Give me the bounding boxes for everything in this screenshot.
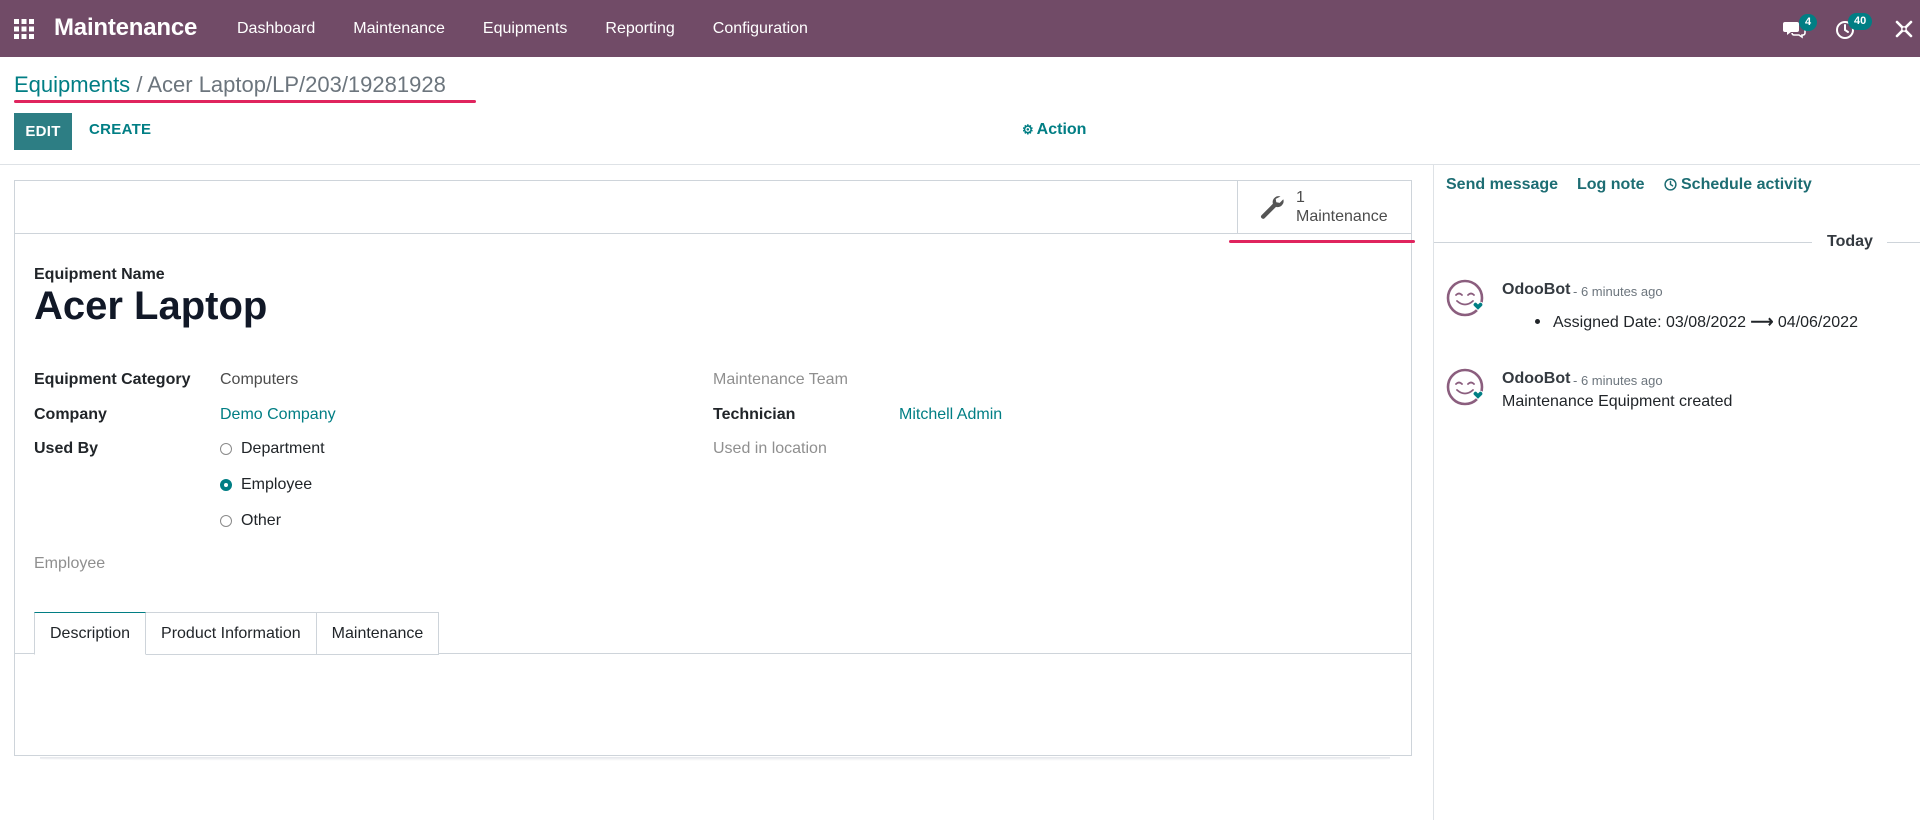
equipment-category-label: Equipment Category bbox=[34, 371, 191, 388]
menu-item-dashboard[interactable]: Dashboard bbox=[218, 0, 334, 57]
highlight-underline-breadcrumb bbox=[14, 100, 476, 103]
equipment-name-label: Equipment Name bbox=[34, 266, 165, 283]
tracking-arrow: ⟶ bbox=[1750, 314, 1774, 331]
schedule-activity-label: Schedule activity bbox=[1681, 176, 1812, 193]
form-sheet bbox=[14, 180, 1412, 756]
create-button[interactable]: CREATE bbox=[89, 121, 151, 138]
smart-button-label: Maintenance bbox=[1296, 208, 1388, 225]
message-author[interactable]: OdooBot bbox=[1502, 281, 1570, 299]
employee-label: Employee bbox=[34, 555, 106, 572]
schedule-activity-button[interactable]: Schedule activity bbox=[1664, 176, 1812, 194]
date-separator: Today bbox=[1827, 233, 1873, 250]
odoobot-avatar[interactable] bbox=[1446, 368, 1486, 408]
technician-link[interactable]: Mitchell Admin bbox=[899, 406, 1002, 424]
tab-maintenance[interactable]: Maintenance bbox=[316, 612, 440, 655]
company-label: Company bbox=[34, 406, 107, 423]
messages-badge: 4 bbox=[1799, 14, 1818, 31]
radio-label-other: Other bbox=[241, 512, 282, 529]
message-timestamp: - 6 minutes ago bbox=[1573, 284, 1663, 299]
used-by-label: Used By bbox=[34, 440, 99, 457]
activities-badge: 40 bbox=[1848, 13, 1873, 30]
bug-close-icon[interactable] bbox=[1892, 17, 1916, 41]
action-label: Action bbox=[1036, 121, 1087, 138]
log-note-button[interactable]: Log note bbox=[1577, 176, 1645, 194]
sheet-shadow bbox=[40, 757, 1390, 761]
company-link[interactable]: Demo Company bbox=[220, 406, 336, 424]
radio-option-employee[interactable]: Employee bbox=[220, 476, 312, 494]
message-timestamp: - 6 minutes ago bbox=[1573, 373, 1663, 388]
top-navbar: Maintenance Dashboard Maintenance Equipm… bbox=[0, 0, 1920, 57]
highlight-underline-smart-button bbox=[1229, 240, 1415, 243]
maintenance-smart-button[interactable]: 1 Maintenance bbox=[1237, 180, 1412, 233]
equipment-name-field: Acer Laptop bbox=[34, 284, 268, 328]
menu-item-equipments[interactable]: Equipments bbox=[464, 0, 587, 57]
tracking-field-name: Assigned Date: bbox=[1553, 314, 1662, 331]
radio-label-employee: Employee bbox=[241, 476, 313, 493]
chatter-divider bbox=[1433, 165, 1434, 820]
smart-button-count: 1 bbox=[1296, 189, 1305, 206]
clock-icon bbox=[1664, 178, 1677, 191]
wrench-icon bbox=[1260, 196, 1284, 219]
apps-grid-icon[interactable] bbox=[13, 18, 35, 40]
edit-button[interactable]: EDIT bbox=[14, 113, 72, 150]
message-author[interactable]: OdooBot bbox=[1502, 370, 1570, 388]
radio-other[interactable] bbox=[220, 515, 232, 527]
date-separator-line-right bbox=[1887, 242, 1920, 243]
radio-option-other[interactable]: Other bbox=[220, 512, 281, 530]
main-menu: Dashboard Maintenance Equipments Reporti… bbox=[218, 0, 827, 57]
send-message-button[interactable]: Send message bbox=[1446, 176, 1558, 194]
menu-item-configuration[interactable]: Configuration bbox=[694, 0, 827, 57]
tracking-value-line: Assigned Date: 03/08/2022 ⟶ 04/06/2022 bbox=[1553, 312, 1858, 332]
radio-employee-checked[interactable] bbox=[220, 479, 232, 491]
tracking-old-value: 03/08/2022 bbox=[1665, 314, 1747, 331]
app-brand[interactable]: Maintenance bbox=[54, 14, 197, 42]
tracking-bullet bbox=[1535, 319, 1540, 324]
radio-label-department: Department bbox=[241, 440, 325, 457]
button-box-divider bbox=[15, 233, 1412, 234]
odoobot-avatar[interactable] bbox=[1446, 279, 1486, 319]
tab-product-information[interactable]: Product Information bbox=[146, 612, 317, 655]
menu-item-reporting[interactable]: Reporting bbox=[586, 0, 693, 57]
breadcrumb-separator: / bbox=[136, 72, 143, 97]
breadcrumb-parent-link[interactable]: Equipments bbox=[14, 72, 130, 97]
technician-label: Technician bbox=[713, 406, 796, 423]
tracking-new-value: 04/06/2022 bbox=[1777, 314, 1858, 331]
equipment-category-value: Computers bbox=[220, 371, 299, 388]
radio-department[interactable] bbox=[220, 443, 232, 455]
maintenance-team-label: Maintenance Team bbox=[713, 371, 848, 388]
tab-description[interactable]: Description bbox=[34, 612, 147, 655]
date-separator-line-left bbox=[1434, 242, 1812, 243]
radio-option-department[interactable]: Department bbox=[220, 440, 325, 458]
breadcrumb-current: Acer Laptop/LP/203/19281928 bbox=[147, 72, 446, 97]
used-in-location-label: Used in location bbox=[713, 440, 827, 457]
action-dropdown[interactable]: ⚙ Action bbox=[1022, 121, 1086, 139]
breadcrumb: Equipments / Acer Laptop/LP/203/19281928 bbox=[14, 72, 446, 98]
menu-item-maintenance[interactable]: Maintenance bbox=[334, 0, 464, 57]
gear-icon: ⚙ bbox=[1022, 122, 1034, 137]
message-body: Maintenance Equipment created bbox=[1502, 393, 1733, 410]
control-panel-divider bbox=[0, 164, 1920, 165]
notebook-tabs: Description Product Information Maintena… bbox=[34, 612, 440, 655]
